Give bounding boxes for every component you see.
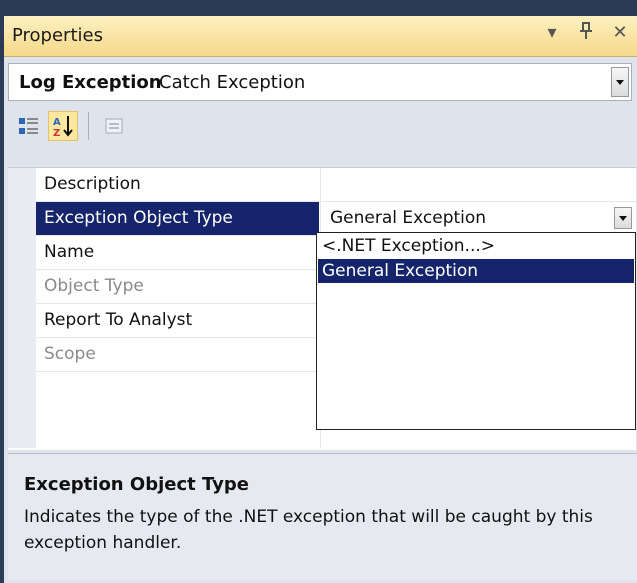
description-pane: Exception Object Type Indicates the type… xyxy=(8,453,637,580)
property-name: Scope xyxy=(44,344,96,364)
description-title: Exception Object Type xyxy=(24,474,249,495)
property-pages-button[interactable] xyxy=(99,111,129,141)
alphabetical-icon: A Z xyxy=(53,116,73,138)
dropdown-arrow-icon[interactable]: ▾ xyxy=(543,22,561,45)
property-pages-icon xyxy=(105,118,123,134)
description-text: Indicates the type of the .NET exception… xyxy=(24,507,593,553)
exception-type-dropdown-list[interactable]: <.NET Exception...> General Exception xyxy=(316,232,636,430)
property-value[interactable]: General Exception xyxy=(320,202,636,235)
chevron-down-icon xyxy=(619,215,627,221)
close-icon[interactable]: ✕ xyxy=(611,22,629,45)
categorized-button[interactable] xyxy=(14,111,44,141)
title-icons: ▾ ✕ xyxy=(543,22,629,45)
pin-icon[interactable] xyxy=(577,22,595,45)
categorized-icon xyxy=(19,118,38,134)
object-selector[interactable]: Log Exception Catch Exception xyxy=(8,63,632,101)
property-row-description[interactable]: Description xyxy=(36,168,636,202)
object-type: Catch Exception xyxy=(159,72,306,93)
property-name: Report To Analyst xyxy=(44,310,193,330)
property-name: Description xyxy=(44,174,141,194)
chevron-down-icon xyxy=(616,79,624,85)
properties-titlebar: Properties ▾ ✕ xyxy=(4,16,637,57)
alphabetical-button[interactable]: A Z xyxy=(48,111,78,141)
dropdown-option[interactable]: <.NET Exception...> xyxy=(318,234,634,258)
value-dropdown-button[interactable] xyxy=(614,207,632,229)
object-name: Log Exception xyxy=(19,72,162,93)
window-title: Properties xyxy=(12,25,103,46)
grid-gutter xyxy=(8,168,36,448)
property-value[interactable] xyxy=(320,168,636,201)
property-name: Exception Object Type xyxy=(44,208,233,228)
properties-window: Properties ▾ ✕ Log Exception Catch Excep… xyxy=(0,0,637,583)
svg-text:Z: Z xyxy=(53,128,60,138)
property-row-exception-object-type[interactable]: Exception Object Type General Exception xyxy=(36,202,636,236)
svg-text:A: A xyxy=(53,117,61,128)
toolbar-separator xyxy=(88,112,89,140)
dropdown-option-selected[interactable]: General Exception xyxy=(318,259,634,283)
property-name: Name xyxy=(44,242,95,262)
property-name: Object Type xyxy=(44,276,144,296)
object-selector-dropdown-button[interactable] xyxy=(611,67,629,97)
properties-toolbar: A Z xyxy=(14,108,129,144)
property-value-text: General Exception xyxy=(330,208,487,228)
